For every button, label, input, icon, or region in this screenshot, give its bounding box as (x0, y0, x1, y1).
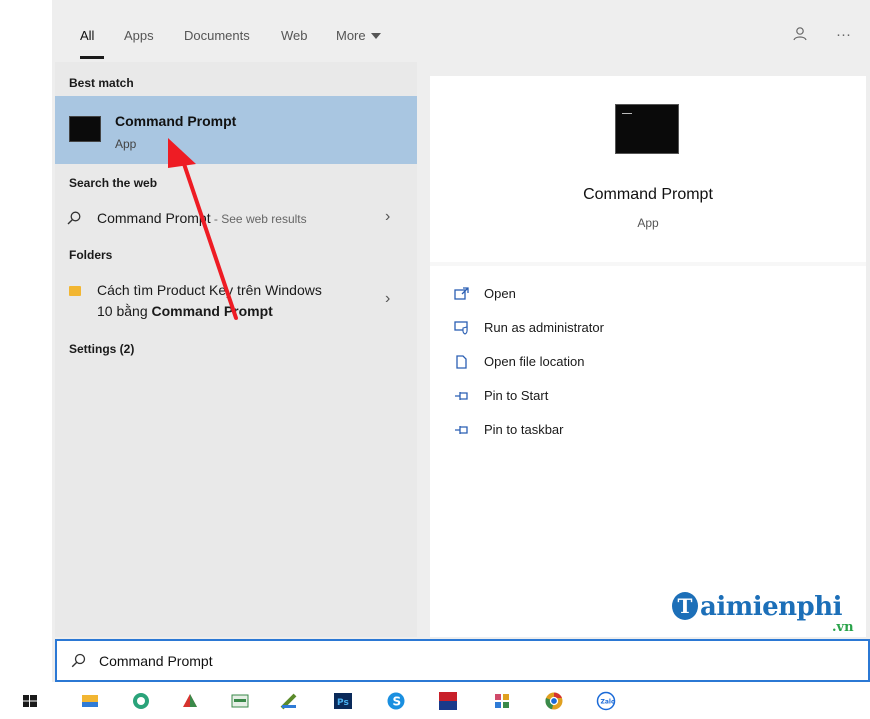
action-open-file-location-label: Open file location (484, 354, 585, 369)
settings-heading[interactable]: Settings (2) (69, 342, 134, 356)
action-pin-to-start-label: Pin to Start (484, 388, 549, 403)
app-pen-icon[interactable] (279, 691, 299, 711)
tab-web[interactable]: Web (281, 28, 308, 43)
web-result-hint: - See web results (210, 212, 307, 226)
detail-pane: Command Prompt App Open Run as administr… (430, 76, 866, 637)
svg-text:S: S (393, 695, 402, 709)
search-input[interactable] (99, 650, 699, 672)
folder-icon (69, 286, 81, 296)
app-red-icon[interactable] (180, 691, 200, 711)
unikey-icon[interactable] (438, 691, 458, 711)
skype-icon[interactable]: S (386, 691, 406, 711)
folder-result-line2-bold: Command Prompt (151, 303, 273, 319)
best-match-heading: Best match (69, 76, 134, 90)
folder-result-line2: 10 bằng Command Prompt (97, 303, 273, 319)
tab-all[interactable]: All (80, 28, 94, 43)
app-globe-icon[interactable] (492, 691, 512, 711)
results-list: Best match Command Prompt App Search the… (55, 62, 417, 637)
search-web-heading: Search the web (69, 176, 158, 190)
svg-text:Ps: Ps (337, 698, 349, 708)
best-match-item[interactable]: Command Prompt App (55, 96, 417, 164)
command-prompt-icon (615, 104, 679, 154)
best-match-subtitle: App (115, 137, 137, 151)
folder-result-line1: Cách tìm Product Key trên Windows (97, 282, 322, 298)
app-green-icon[interactable] (131, 691, 151, 711)
file-explorer-icon[interactable] (80, 691, 100, 711)
web-result-text: Command Prompt - See web results (97, 210, 307, 226)
taskbar: Ps S Zalo (0, 682, 870, 719)
command-prompt-icon (69, 116, 101, 142)
tab-more-label: More (336, 28, 366, 43)
pin-icon (454, 389, 470, 403)
detail-header: Command Prompt App (430, 76, 866, 262)
active-tab-indicator (80, 56, 104, 59)
search-tabs: All Apps Documents Web More ··· (52, 12, 870, 59)
watermark-text: aimienphi (700, 592, 843, 622)
detail-subtitle: App (637, 216, 659, 230)
caret-down-icon (370, 33, 381, 39)
watermark-letter: T (672, 592, 698, 620)
action-run-as-admin-label: Run as administrator (484, 320, 604, 335)
folders-heading: Folders (69, 248, 113, 262)
file-location-icon (454, 355, 470, 369)
more-options-icon[interactable]: ··· (836, 26, 851, 43)
tab-apps[interactable]: Apps (124, 28, 154, 43)
web-result-query: Command Prompt (97, 210, 211, 226)
photoshop-icon[interactable]: Ps (333, 691, 353, 711)
action-pin-to-taskbar-label: Pin to taskbar (484, 422, 564, 437)
zalo-icon[interactable]: Zalo (596, 691, 616, 711)
start-icon[interactable] (20, 691, 40, 711)
search-icon (71, 653, 86, 668)
action-open-label: Open (484, 286, 516, 301)
watermark-suffix: .vn (832, 620, 854, 635)
detail-title: Command Prompt (583, 186, 713, 203)
best-match-title: Command Prompt (115, 113, 237, 129)
detail-actions: Open Run as administrator Open file loca… (430, 266, 866, 637)
search-box[interactable] (55, 639, 870, 682)
pin-icon (454, 423, 470, 437)
search-icon (67, 211, 81, 225)
feedback-icon[interactable] (792, 26, 808, 46)
chevron-right-icon: › (385, 290, 391, 307)
app-terminal-icon[interactable] (230, 691, 250, 711)
folder-result-line2-prefix: 10 bằng (97, 303, 152, 319)
tab-documents[interactable]: Documents (184, 28, 250, 43)
open-icon (454, 287, 470, 301)
chevron-right-icon: › (385, 208, 391, 225)
shield-icon (454, 321, 470, 335)
chrome-icon[interactable] (544, 691, 564, 711)
svg-text:Zalo: Zalo (601, 699, 616, 706)
tab-more[interactable]: More (336, 28, 381, 43)
